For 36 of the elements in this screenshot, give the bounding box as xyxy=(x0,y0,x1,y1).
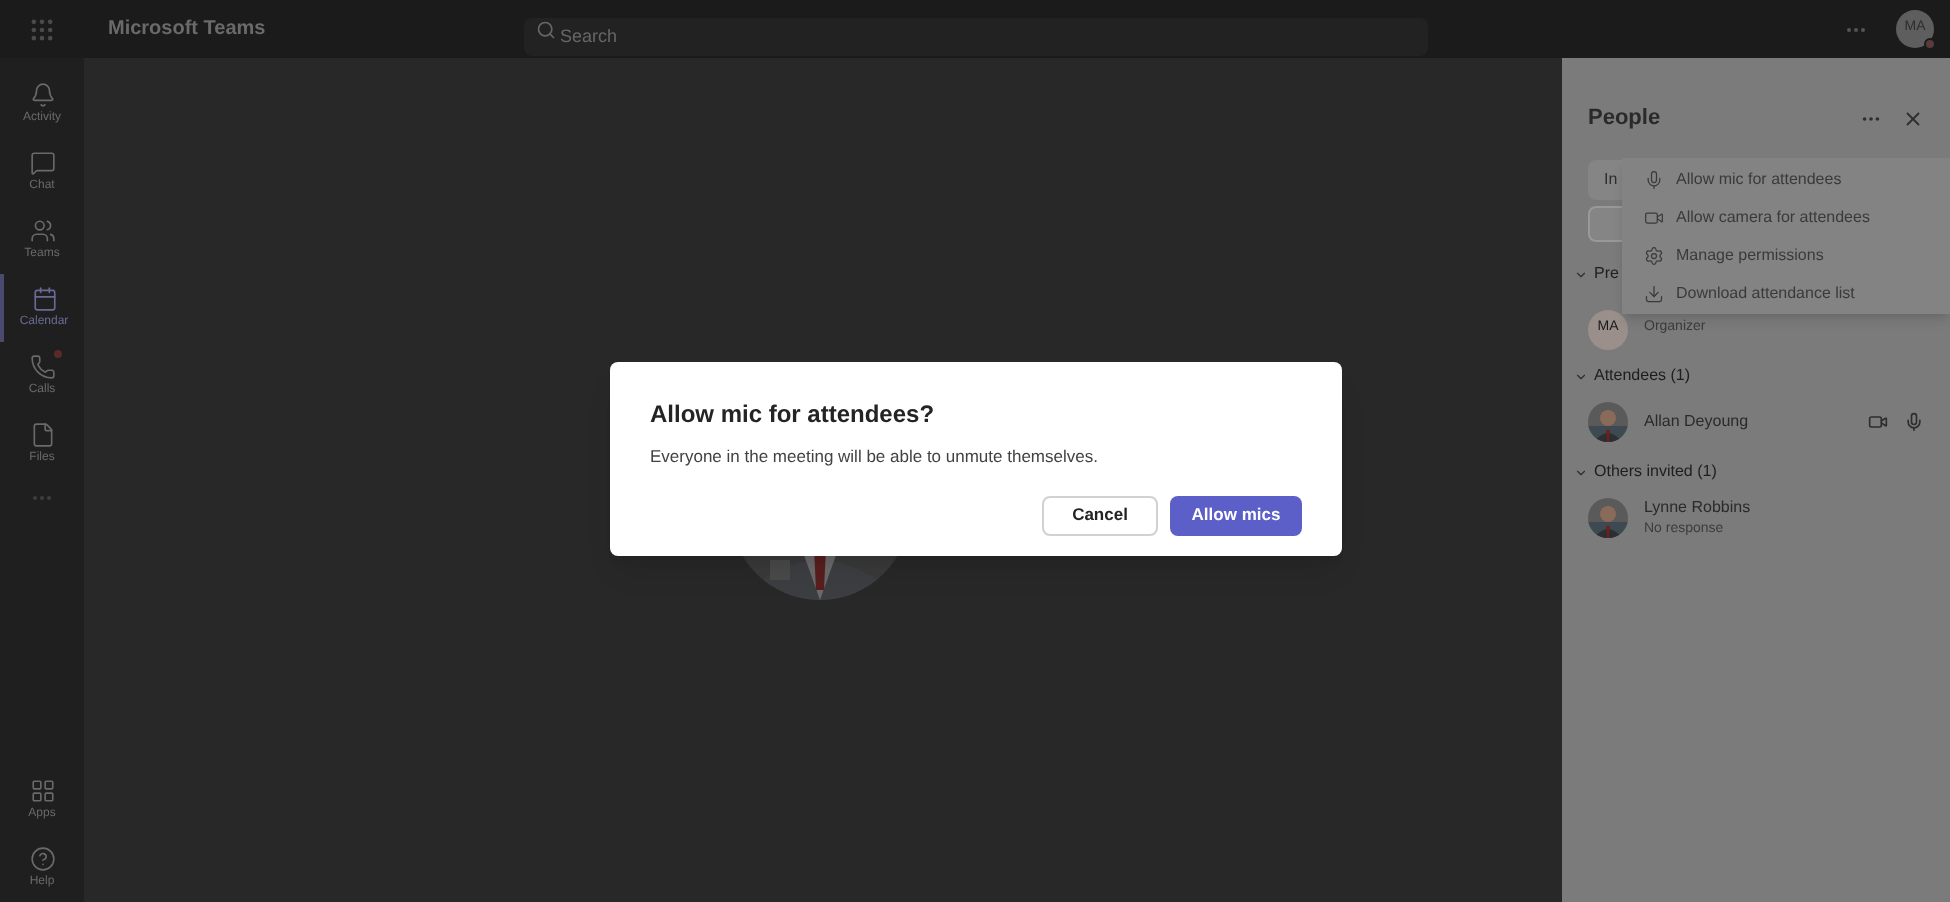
app-title: Microsoft Teams xyxy=(108,16,268,44)
help-icon xyxy=(29,845,55,871)
allow-mics-button[interactable]: Allow mics xyxy=(1170,495,1302,536)
settings-icon xyxy=(1644,245,1664,265)
camera-icon[interactable] xyxy=(1868,412,1888,432)
dialog-message: Everyone in the meeting will be able to unmute themselves. xyxy=(650,444,1100,470)
camera-icon xyxy=(1644,207,1664,227)
menu-item[interactable]: Allow mic for attendees xyxy=(1622,160,1950,198)
chevron-icon[interactable] xyxy=(1574,465,1588,479)
download-icon xyxy=(1644,283,1664,303)
person-name: Lynne Robbins xyxy=(1644,495,1753,520)
phone-icon xyxy=(29,353,55,379)
chevron-icon[interactable] xyxy=(1574,369,1588,383)
cancel-button[interactable]: Cancel xyxy=(1042,495,1158,536)
app-grid-icon[interactable] xyxy=(28,15,56,43)
section-header[interactable]: Attendees (1) xyxy=(1594,364,1691,388)
section-header[interactable]: Pre xyxy=(1594,262,1619,286)
bell-icon xyxy=(29,81,55,107)
menu-item[interactable]: Download attendance list xyxy=(1622,274,1950,312)
dialog-title: Allow mic for attendees? xyxy=(650,398,937,432)
close-icon[interactable] xyxy=(1902,107,1924,130)
chat-bubble-icon xyxy=(29,149,55,175)
search-icon xyxy=(536,19,556,39)
person-name: Allan Deyoung xyxy=(1644,410,1751,434)
microphone-icon xyxy=(1644,169,1664,189)
grid-icon xyxy=(29,777,55,803)
panel-title: People xyxy=(1588,104,1663,134)
people-icon xyxy=(29,217,55,243)
microphone-icon[interactable] xyxy=(1904,412,1924,432)
calendar-icon xyxy=(31,285,57,311)
section-header[interactable]: Others invited (1) xyxy=(1594,460,1717,484)
chevron-icon[interactable] xyxy=(1574,267,1588,281)
menu-item[interactable]: Manage permissions xyxy=(1622,236,1950,274)
search-field[interactable]: Search xyxy=(524,17,1428,55)
file-icon xyxy=(29,421,55,447)
menu-item[interactable]: Allow camera for attendees xyxy=(1622,198,1950,236)
